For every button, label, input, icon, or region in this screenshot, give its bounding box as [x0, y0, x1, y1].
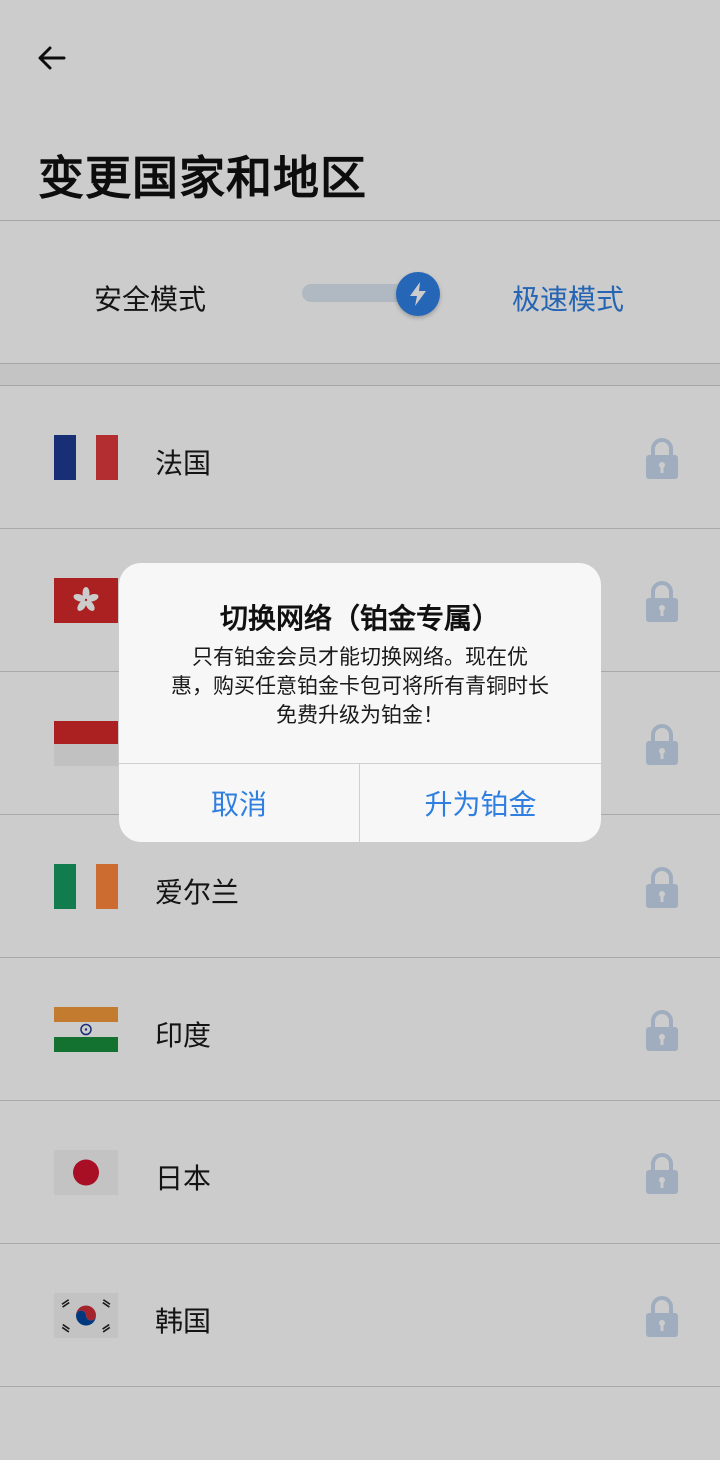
cancel-button[interactable]: 取消: [119, 763, 359, 842]
dialog-message: 只有铂金会员才能切换网络。现在优 惠，购买任意铂金卡包可将所有青铜时长 免费升级…: [159, 643, 561, 730]
dialog-message-line: 只有铂金会员才能切换网络。现在优: [192, 645, 528, 669]
upgrade-platinum-button[interactable]: 升为铂金: [360, 763, 601, 842]
dialog-message-line: 免费升级为铂金！: [276, 703, 444, 727]
dialog-message-line: 惠，购买任意铂金卡包可将所有青铜时长: [171, 674, 549, 698]
platinum-upgrade-dialog: 切换网络（铂金专属） 只有铂金会员才能切换网络。现在优 惠，购买任意铂金卡包可将…: [119, 563, 601, 842]
dialog-title: 切换网络（铂金专属）: [219, 602, 500, 635]
